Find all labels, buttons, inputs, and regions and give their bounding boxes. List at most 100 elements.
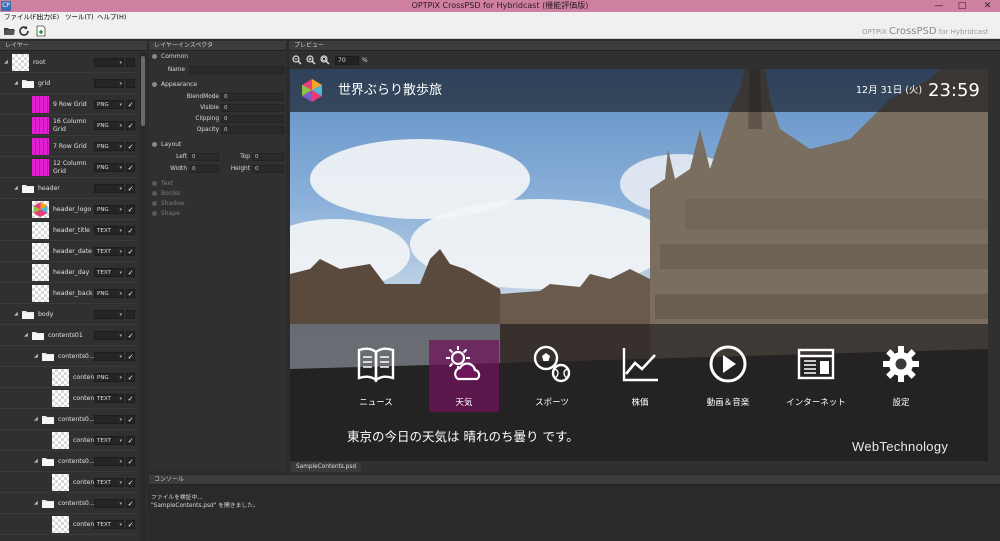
layer-type-select[interactable]: TEXT ▾: [94, 436, 124, 445]
layer-export-checkbox[interactable]: ✓: [126, 121, 135, 130]
section-shape[interactable]: Shape: [149, 209, 180, 218]
section-appearance[interactable]: Appearance: [149, 80, 197, 89]
tile-settings[interactable]: 設定: [866, 340, 936, 412]
tile-news[interactable]: ニュース: [341, 340, 411, 412]
visible-field[interactable]: 0: [221, 104, 284, 112]
layer-export-checkbox[interactable]: ✓: [126, 520, 135, 529]
layer-row[interactable]: header_logo PNG ▾ ✓: [0, 199, 139, 220]
layer-export-checkbox[interactable]: ✓: [126, 415, 135, 424]
layer-row[interactable]: conten... TEXT ▾ ✓: [0, 514, 139, 535]
layer-type-select[interactable]: PNG ▾: [94, 373, 124, 382]
blend-mode-field[interactable]: 0: [221, 93, 284, 101]
tile-internet[interactable]: インターネット: [781, 340, 851, 412]
expand-arrow-icon[interactable]: ◢: [34, 500, 40, 506]
zoom-out-icon[interactable]: [292, 55, 302, 65]
layer-row[interactable]: ◢ header ▾ ✓: [0, 178, 139, 199]
layer-row[interactable]: 16 Column Grid PNG ▾ ✓: [0, 115, 139, 136]
preview-canvas[interactable]: 世界ぶらり散歩旅 12月 31日 (火) 23:59 ニュース 天気 スポーツ …: [290, 69, 988, 461]
folder-open-icon[interactable]: [3, 25, 15, 37]
expand-arrow-icon[interactable]: ◢: [34, 458, 40, 464]
layer-export-checkbox[interactable]: ✓: [126, 478, 135, 487]
layer-export-checkbox[interactable]: [126, 79, 135, 88]
layer-type-select[interactable]: ▾: [94, 184, 124, 193]
minimize-button[interactable]: —: [928, 0, 950, 12]
layer-type-select[interactable]: ▾: [94, 499, 124, 508]
layer-type-select[interactable]: ▾: [94, 310, 124, 319]
zoom-in-icon[interactable]: [306, 55, 316, 65]
top-field[interactable]: 0: [252, 153, 284, 161]
zoom-select[interactable]: 70: [335, 56, 359, 65]
section-border[interactable]: Border: [149, 189, 181, 198]
layer-row[interactable]: content... PNG ▾ ✓: [0, 367, 139, 388]
layer-export-checkbox[interactable]: ✓: [126, 184, 135, 193]
refresh-icon[interactable]: [18, 25, 30, 37]
section-layout[interactable]: Layout: [149, 140, 181, 149]
layer-row[interactable]: ◢ root ▾: [0, 52, 139, 73]
layer-type-select[interactable]: PNG ▾: [94, 100, 124, 109]
layer-type-select[interactable]: TEXT ▾: [94, 520, 124, 529]
expand-arrow-icon[interactable]: ◢: [34, 416, 40, 422]
expand-arrow-icon[interactable]: ◢: [34, 353, 40, 359]
layer-type-select[interactable]: TEXT ▾: [94, 268, 124, 277]
layer-export-checkbox[interactable]: ✓: [126, 226, 135, 235]
layer-type-select[interactable]: ▾: [94, 58, 124, 67]
layer-type-select[interactable]: PNG ▾: [94, 142, 124, 151]
layer-type-select[interactable]: TEXT ▾: [94, 478, 124, 487]
layer-export-checkbox[interactable]: ✓: [126, 331, 135, 340]
layer-row[interactable]: header_back PNG ▾ ✓: [0, 283, 139, 304]
layer-export-checkbox[interactable]: ✓: [126, 163, 135, 172]
file-tab[interactable]: SampleContents.psd: [291, 462, 362, 472]
tile-sports[interactable]: スポーツ: [517, 340, 587, 412]
layer-type-select[interactable]: ▾: [94, 415, 124, 424]
layer-row[interactable]: header_title TEXT ▾ ✓: [0, 220, 139, 241]
close-button[interactable]: ✕: [975, 0, 1000, 12]
layer-export-checkbox[interactable]: ✓: [126, 268, 135, 277]
tile-stocks[interactable]: 株価: [605, 340, 675, 412]
layer-export-checkbox[interactable]: ✓: [126, 289, 135, 298]
layers-scrollbar-thumb[interactable]: [141, 56, 145, 126]
opacity-field[interactable]: 0: [221, 126, 284, 134]
layer-row[interactable]: 9 Row Grid PNG ▾ ✓: [0, 94, 139, 115]
zoom-fit-icon[interactable]: [320, 55, 330, 65]
height-field[interactable]: 0: [252, 165, 284, 173]
width-field[interactable]: 0: [189, 165, 219, 173]
layer-export-checkbox[interactable]: ✓: [126, 205, 135, 214]
layer-export-checkbox[interactable]: ✓: [126, 436, 135, 445]
layer-row[interactable]: header_day TEXT ▾ ✓: [0, 262, 139, 283]
section-common[interactable]: Common: [149, 52, 188, 61]
layer-type-select[interactable]: TEXT ▾: [94, 247, 124, 256]
layer-export-checkbox[interactable]: ✓: [126, 352, 135, 361]
layer-export-checkbox[interactable]: ✓: [126, 100, 135, 109]
layer-row[interactable]: ◢ contents0... ▾ ✓: [0, 451, 139, 472]
left-field[interactable]: 0: [189, 153, 219, 161]
layer-type-select[interactable]: ▾: [94, 79, 124, 88]
menu-tools[interactable]: ツール(T): [65, 12, 94, 23]
layer-row[interactable]: ◢ grid ▾: [0, 73, 139, 94]
layer-row[interactable]: conten... TEXT ▾ ✓: [0, 430, 139, 451]
layer-type-select[interactable]: ▾: [94, 352, 124, 361]
menu-file[interactable]: ファイル(F): [4, 12, 39, 23]
layer-row[interactable]: content... TEXT ▾ ✓: [0, 388, 139, 409]
layer-type-select[interactable]: ▾: [94, 331, 124, 340]
layer-export-checkbox[interactable]: [126, 58, 135, 67]
layer-type-select[interactable]: PNG ▾: [94, 121, 124, 130]
layer-row[interactable]: 12 Column Grid PNG ▾ ✓: [0, 157, 139, 178]
layer-export-checkbox[interactable]: ✓: [126, 457, 135, 466]
layer-export-checkbox[interactable]: ✓: [126, 247, 135, 256]
name-field[interactable]: [189, 66, 284, 74]
menu-output[interactable]: 出力(E): [37, 12, 59, 23]
layer-export-checkbox[interactable]: ✓: [126, 499, 135, 508]
tile-weather[interactable]: 天気: [429, 340, 499, 412]
expand-arrow-icon[interactable]: ◢: [14, 80, 20, 86]
clipping-field[interactable]: 0: [221, 115, 284, 123]
tile-video-music[interactable]: 動画＆音楽: [693, 340, 763, 412]
section-shadow[interactable]: Shadow: [149, 199, 185, 208]
layer-type-select[interactable]: PNG ▾: [94, 289, 124, 298]
layer-export-checkbox[interactable]: [126, 310, 135, 319]
expand-arrow-icon[interactable]: ◢: [14, 185, 20, 191]
layer-row[interactable]: ◢ contents0... ▾ ✓: [0, 493, 139, 514]
layer-type-select[interactable]: ▾: [94, 457, 124, 466]
layer-row[interactable]: conten... TEXT ▾ ✓: [0, 472, 139, 493]
layer-row[interactable]: ◢ contents0... ▾ ✓: [0, 409, 139, 430]
layer-row[interactable]: header_date TEXT ▾ ✓: [0, 241, 139, 262]
